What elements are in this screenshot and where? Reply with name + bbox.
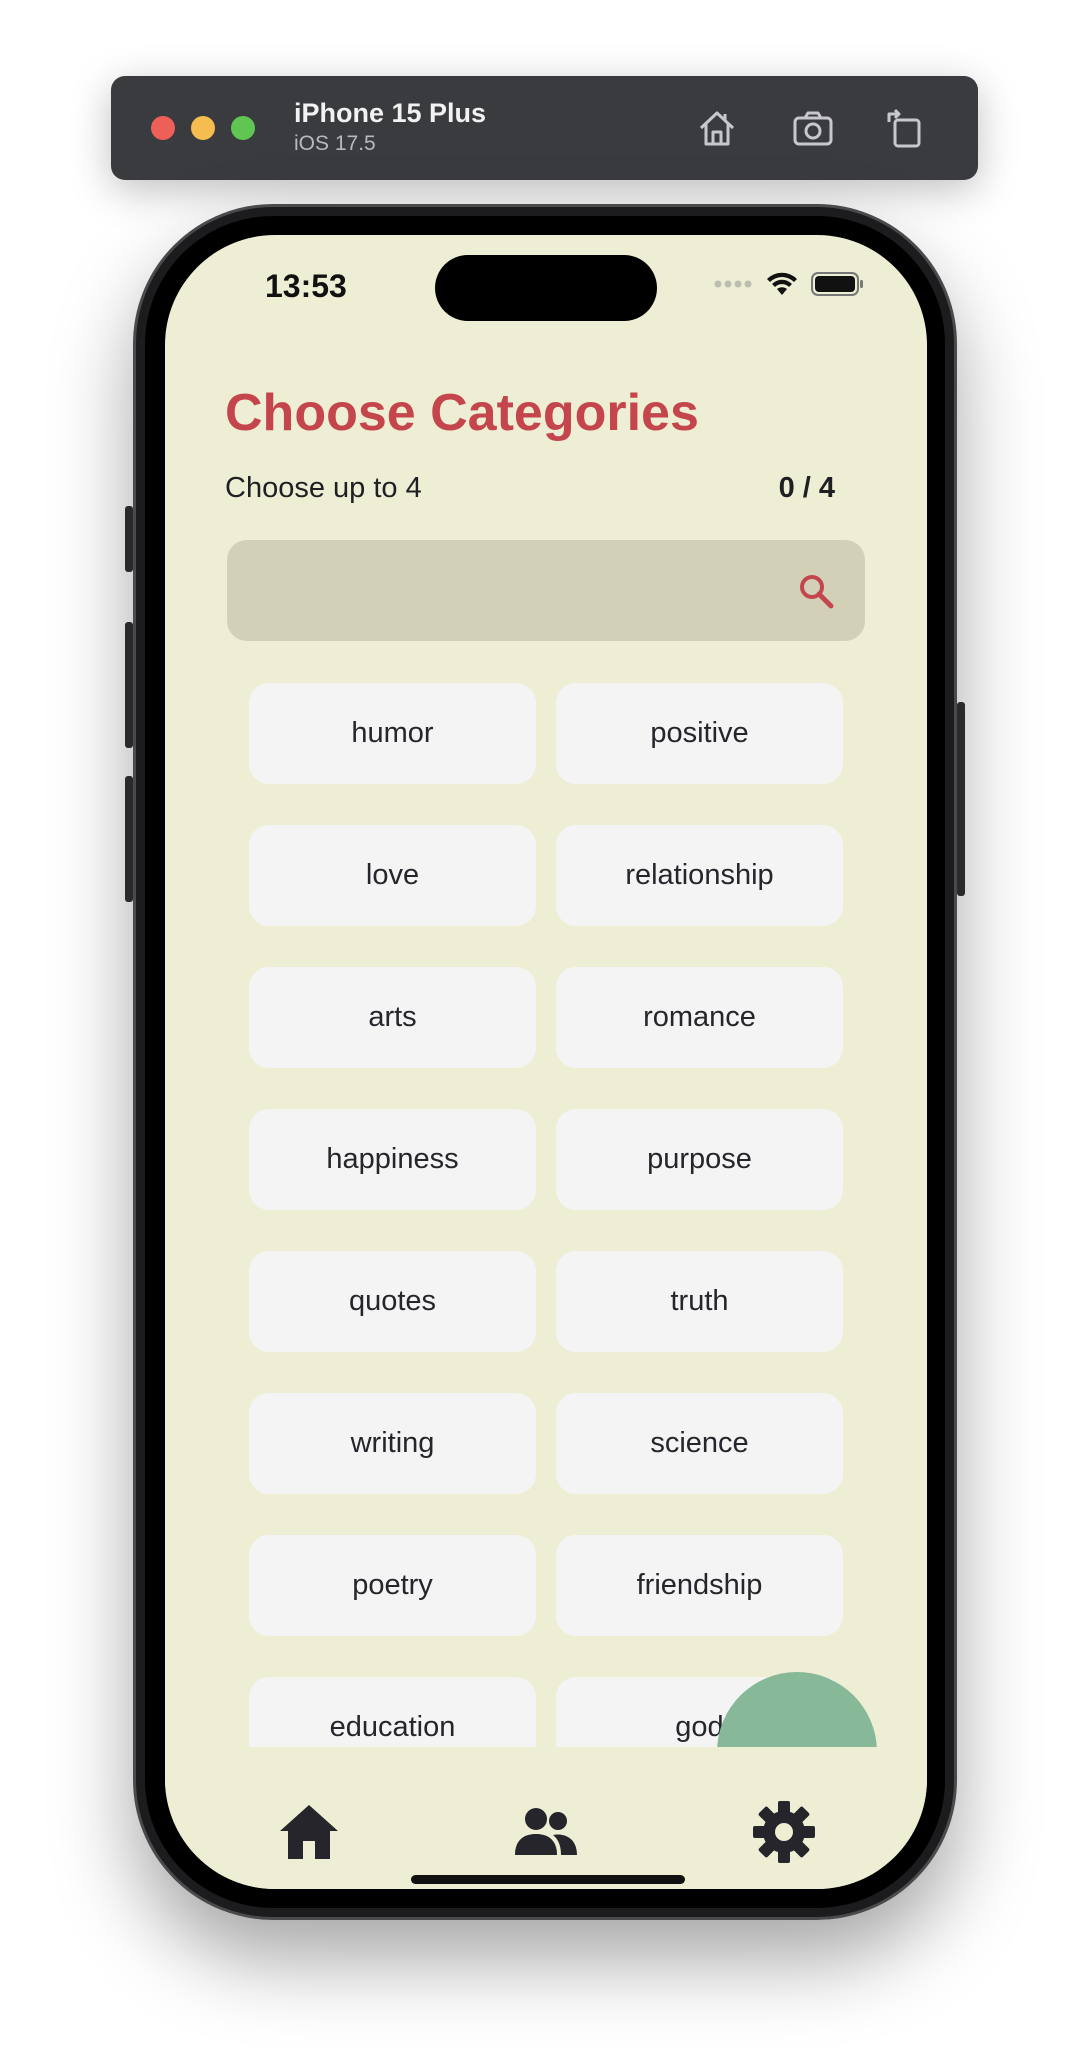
- power-button: [957, 702, 965, 896]
- os-version: iOS 17.5: [294, 132, 376, 155]
- category-chip[interactable]: humor: [249, 683, 536, 784]
- category-chip[interactable]: poetry: [249, 1535, 536, 1636]
- search-bar[interactable]: [227, 540, 865, 643]
- category-chip[interactable]: science: [556, 1393, 843, 1494]
- close-window-button[interactable]: [151, 116, 175, 140]
- category-chip[interactable]: positive: [556, 683, 843, 784]
- bottom-navigation: [165, 1747, 927, 1889]
- category-chip[interactable]: arts: [249, 967, 536, 1068]
- nav-home[interactable]: [276, 1799, 342, 1865]
- simulator-title-bar: iPhone 15 Plus iOS 17.5: [111, 76, 978, 180]
- category-chip[interactable]: happiness: [249, 1109, 536, 1210]
- people-icon: [515, 1808, 577, 1855]
- page-title: Choose Categories: [225, 384, 699, 442]
- category-chip[interactable]: writing: [249, 1393, 536, 1494]
- category-chip[interactable]: friendship: [556, 1535, 843, 1636]
- nav-settings[interactable]: [751, 1799, 817, 1865]
- status-time: 13:53: [265, 268, 347, 304]
- category-chip[interactable]: quotes: [249, 1251, 536, 1352]
- volume-up-button: [125, 622, 133, 748]
- wifi-icon: [767, 272, 797, 295]
- category-chip[interactable]: love: [249, 825, 536, 926]
- signal-icon: [714, 280, 752, 288]
- minimize-window-button[interactable]: [191, 116, 215, 140]
- screenshot-icon[interactable]: [789, 104, 837, 152]
- search-input[interactable]: [251, 540, 775, 643]
- search-icon[interactable]: [797, 572, 835, 610]
- selection-counter: 0 / 4: [778, 472, 835, 504]
- home-indicator: [411, 1875, 685, 1884]
- category-chip[interactable]: relationship: [556, 825, 843, 926]
- category-chip[interactable]: education: [249, 1677, 536, 1748]
- category-chip[interactable]: truth: [556, 1251, 843, 1352]
- zoom-window-button[interactable]: [231, 116, 255, 140]
- volume-down-button: [125, 776, 133, 902]
- category-grid: humor positive love relationship arts romance…: [249, 683, 843, 1748]
- dynamic-island: [435, 255, 657, 321]
- status-icons: [713, 271, 865, 297]
- home-icon[interactable]: [693, 104, 741, 152]
- home-icon: [280, 1805, 338, 1859]
- app-screen: 13:53 Choose Categories Choose up to 4 0…: [165, 235, 927, 1889]
- selection-hint: Choose up to 4: [225, 472, 422, 504]
- settings-icon: [753, 1801, 815, 1863]
- nav-people[interactable]: [513, 1799, 579, 1865]
- rotate-icon[interactable]: [881, 104, 929, 152]
- category-chip[interactable]: romance: [556, 967, 843, 1068]
- battery-icon: [811, 272, 863, 296]
- category-chip[interactable]: purpose: [556, 1109, 843, 1210]
- device-name: iPhone 15 Plus: [294, 98, 487, 128]
- action-button: [125, 506, 133, 572]
